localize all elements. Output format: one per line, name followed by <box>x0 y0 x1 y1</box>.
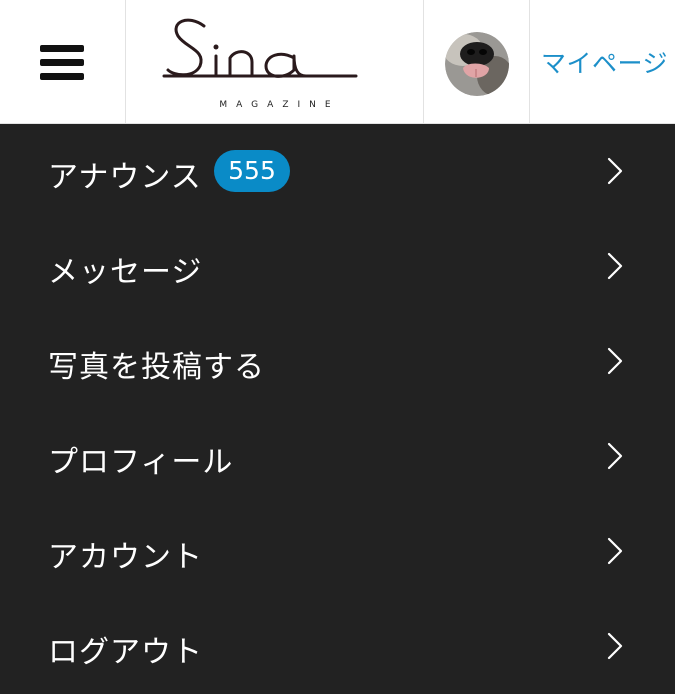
site-header: MAGAZINE マイページ <box>0 0 675 124</box>
menu-item-label: 写真を投稿する <box>48 350 265 385</box>
chevron-right-icon <box>607 537 623 565</box>
notification-count-badge: 555 <box>214 150 290 192</box>
mypage-label: マイページ <box>541 49 669 78</box>
mypage-link[interactable]: マイページ <box>530 0 675 124</box>
side-menu: アナウンス 555 メッセージ 写真を投稿する プロフィール アカウント ログア… <box>0 124 675 694</box>
menu-item-label: アナウンス <box>48 160 202 195</box>
menu-item-logout[interactable]: ログアウト <box>0 599 675 694</box>
menu-item-account[interactable]: アカウント <box>0 504 675 599</box>
user-avatar-button[interactable] <box>424 0 530 124</box>
menu-item-label: ログアウト <box>48 635 203 670</box>
chevron-right-icon <box>607 157 623 185</box>
avatar <box>445 32 509 96</box>
menu-item-label: メッセージ <box>48 255 203 290</box>
chevron-right-icon <box>607 442 623 470</box>
logo-subtitle: MAGAZINE <box>219 100 340 110</box>
menu-item-post-photo[interactable]: 写真を投稿する <box>0 314 675 409</box>
chevron-right-icon <box>607 347 623 375</box>
chevron-right-icon <box>607 632 623 660</box>
menu-item-profile[interactable]: プロフィール <box>0 409 675 504</box>
logo-wordmark <box>162 18 358 78</box>
menu-item-announce[interactable]: アナウンス 555 <box>0 124 675 219</box>
chevron-right-icon <box>607 252 623 280</box>
site-logo[interactable]: MAGAZINE <box>126 0 424 124</box>
menu-item-label: プロフィール <box>48 445 234 480</box>
menu-item-messages[interactable]: メッセージ <box>0 219 675 314</box>
menu-item-label: アカウント <box>48 540 203 575</box>
hamburger-menu-button[interactable] <box>0 0 126 124</box>
